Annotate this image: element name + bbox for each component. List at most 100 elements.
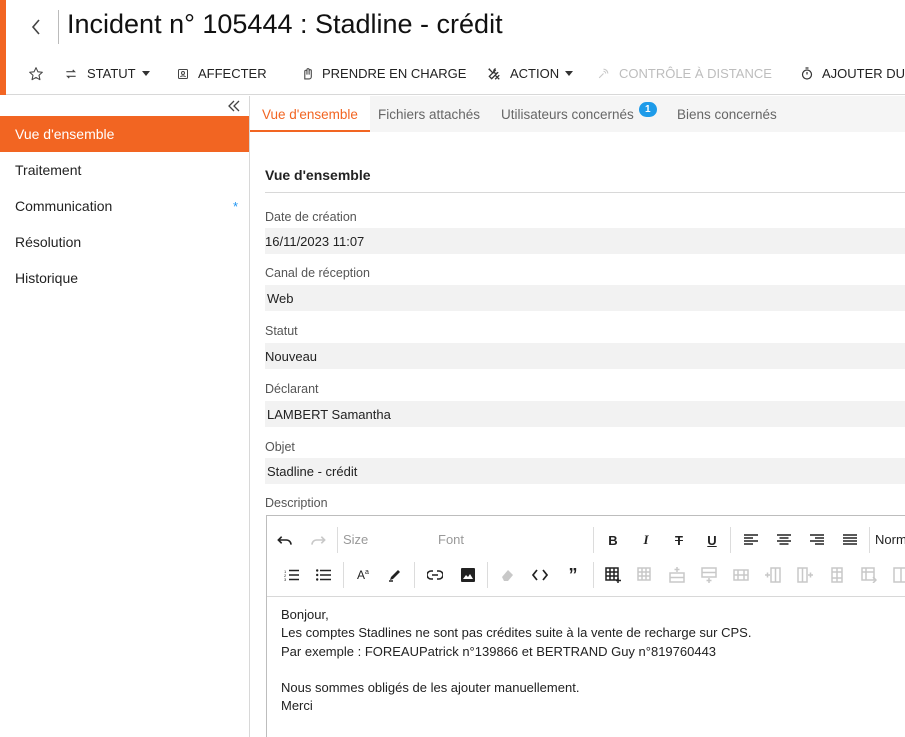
- column-insert-right-icon: [797, 567, 813, 583]
- redo-button[interactable]: [306, 528, 330, 552]
- row-insert-below-icon: [701, 567, 717, 583]
- page-title: Incident n° 105444 : Stadline - crédit: [67, 9, 503, 39]
- description-label: Description: [265, 496, 328, 510]
- sidebar-item-resolution[interactable]: Résolution: [0, 224, 249, 260]
- chevron-left-icon: [31, 19, 40, 35]
- italic-button[interactable]: I: [634, 528, 658, 552]
- objet-value[interactable]: Stadline - crédit: [265, 458, 905, 484]
- column-insert-left-icon: [765, 567, 781, 583]
- row-delete-icon: [733, 569, 749, 581]
- table-col-delete-button[interactable]: [825, 563, 849, 587]
- table-delete-button[interactable]: [633, 563, 657, 587]
- code-view-button[interactable]: [528, 563, 552, 587]
- sidebar-item-vue-ensemble[interactable]: Vue d'ensemble: [0, 116, 249, 152]
- sidebar-item-label: Communication: [15, 198, 113, 214]
- statut-dropdown-button[interactable]: STATUT: [64, 66, 150, 81]
- action-dropdown-button[interactable]: ACTION: [487, 66, 574, 81]
- count-badge: 1: [638, 101, 657, 117]
- bold-button[interactable]: B: [601, 528, 625, 552]
- date-creation-value: 16/11/2023 11:07: [265, 228, 905, 254]
- caret-down-icon: [141, 71, 150, 76]
- editor-line: Bonjour,: [281, 607, 329, 622]
- underline-icon: U: [707, 532, 717, 548]
- sidebar-item-label: Résolution: [15, 234, 82, 250]
- cell-properties-icon: [861, 567, 877, 583]
- sidebar-item-historique[interactable]: Historique: [0, 260, 249, 296]
- text-color-icon: Aa: [357, 568, 369, 582]
- remote-control-icon: [598, 68, 609, 79]
- ajouter-temps-button[interactable]: AJOUTER DU T: [801, 66, 905, 81]
- svg-text:3: 3: [284, 577, 287, 581]
- align-right-button[interactable]: [805, 528, 829, 552]
- affecter-button[interactable]: AFFECTER: [177, 66, 267, 81]
- toolbar-divider: [730, 527, 731, 553]
- favorite-star-button[interactable]: [28, 66, 53, 82]
- undo-button[interactable]: [273, 528, 297, 552]
- main-content: Vue d'ensemble Fichiers attachés Utilisa…: [250, 96, 905, 737]
- action-toolbar: STATUT AFFECTER PRENDRE EN CHARGE ACTION…: [6, 58, 905, 92]
- description-editor: Size Font B I T U Norm 123 Aa ” Bonjour,…: [266, 515, 905, 737]
- sidebar-item-traitement[interactable]: Traitement: [0, 152, 249, 188]
- star-outline-icon: [29, 67, 43, 81]
- tab-label: Utilisateurs concernés: [501, 106, 634, 122]
- controle-a-distance-button[interactable]: CONTRÔLE À DISTANCE: [597, 66, 772, 81]
- table-col-right-button[interactable]: [793, 563, 817, 587]
- collapse-sidebar-button[interactable]: [226, 98, 242, 114]
- insert-link-button[interactable]: [423, 563, 447, 587]
- table-row-below-button[interactable]: [697, 563, 721, 587]
- code-icon: [532, 569, 548, 581]
- table-row-delete-button[interactable]: [729, 563, 753, 587]
- sidebar-item-communication[interactable]: Communication *: [0, 188, 249, 224]
- strikethrough-button[interactable]: T: [667, 528, 691, 552]
- table-row-above-button[interactable]: [665, 563, 689, 587]
- insert-image-button[interactable]: [456, 563, 480, 587]
- tab-vue-ensemble[interactable]: Vue d'ensemble: [250, 96, 370, 132]
- section-divider: [265, 192, 905, 193]
- bullet-list-icon: [315, 569, 331, 581]
- ordered-list-button[interactable]: 123: [279, 563, 303, 587]
- bullet-list-button[interactable]: [311, 563, 335, 587]
- table-cell-props-button[interactable]: [857, 563, 881, 587]
- unsaved-marker-icon: *: [232, 198, 238, 214]
- table-delete-icon: [637, 567, 651, 581]
- font-size-select[interactable]: Size: [343, 532, 368, 547]
- tab-utilisateurs-concernes[interactable]: Utilisateurs concernés 1: [489, 96, 669, 132]
- align-justify-button[interactable]: [838, 528, 862, 552]
- align-center-button[interactable]: [772, 528, 796, 552]
- italic-icon: I: [643, 532, 649, 547]
- font-color-button[interactable]: Aa: [351, 563, 375, 587]
- back-button[interactable]: [24, 12, 48, 42]
- font-family-select[interactable]: Font: [438, 532, 464, 547]
- undo-icon: [277, 536, 292, 545]
- sidebar: Vue d'ensemble Traitement Communication …: [0, 96, 250, 737]
- controle-a-distance-label: CONTRÔLE À DISTANCE: [619, 66, 772, 81]
- highlight-button[interactable]: [383, 563, 407, 587]
- editor-line: Nous sommes obligés de les ajouter manue…: [281, 680, 580, 696]
- row-insert-above-icon: [669, 567, 685, 583]
- repeat-icon: [66, 69, 76, 78]
- assign-icon: [178, 68, 188, 79]
- sidebar-item-label: Historique: [15, 270, 79, 286]
- prendre-en-charge-button[interactable]: PRENDRE EN CHARGE: [302, 66, 466, 81]
- editor-toolbar-divider: [267, 596, 905, 597]
- clear-format-button[interactable]: [495, 563, 519, 587]
- toolbar-divider: [487, 562, 488, 588]
- align-left-button[interactable]: [739, 528, 763, 552]
- insert-table-button[interactable]: [601, 563, 625, 587]
- tab-biens-concernes[interactable]: Biens concernés: [665, 96, 789, 132]
- toolbar-divider: [593, 562, 594, 588]
- blockquote-button[interactable]: ”: [561, 563, 585, 587]
- declarant-value[interactable]: LAMBERT Samantha: [265, 401, 905, 427]
- table-merge-button[interactable]: [889, 563, 905, 587]
- tab-fichiers-attaches[interactable]: Fichiers attachés: [366, 96, 492, 132]
- ajouter-label: AJOUTER DU T: [822, 66, 905, 81]
- ordered-list-icon: 123: [284, 569, 299, 581]
- tab-label: Fichiers attachés: [378, 106, 481, 122]
- stopwatch-icon: [801, 67, 813, 80]
- editor-content[interactable]: Bonjour, Les comptes Stadlines ne sont p…: [281, 606, 751, 716]
- paragraph-format-select[interactable]: Norm: [875, 532, 905, 547]
- table-col-left-button[interactable]: [761, 563, 785, 587]
- underline-button[interactable]: U: [700, 528, 724, 552]
- tab-label: Biens concernés: [677, 106, 777, 122]
